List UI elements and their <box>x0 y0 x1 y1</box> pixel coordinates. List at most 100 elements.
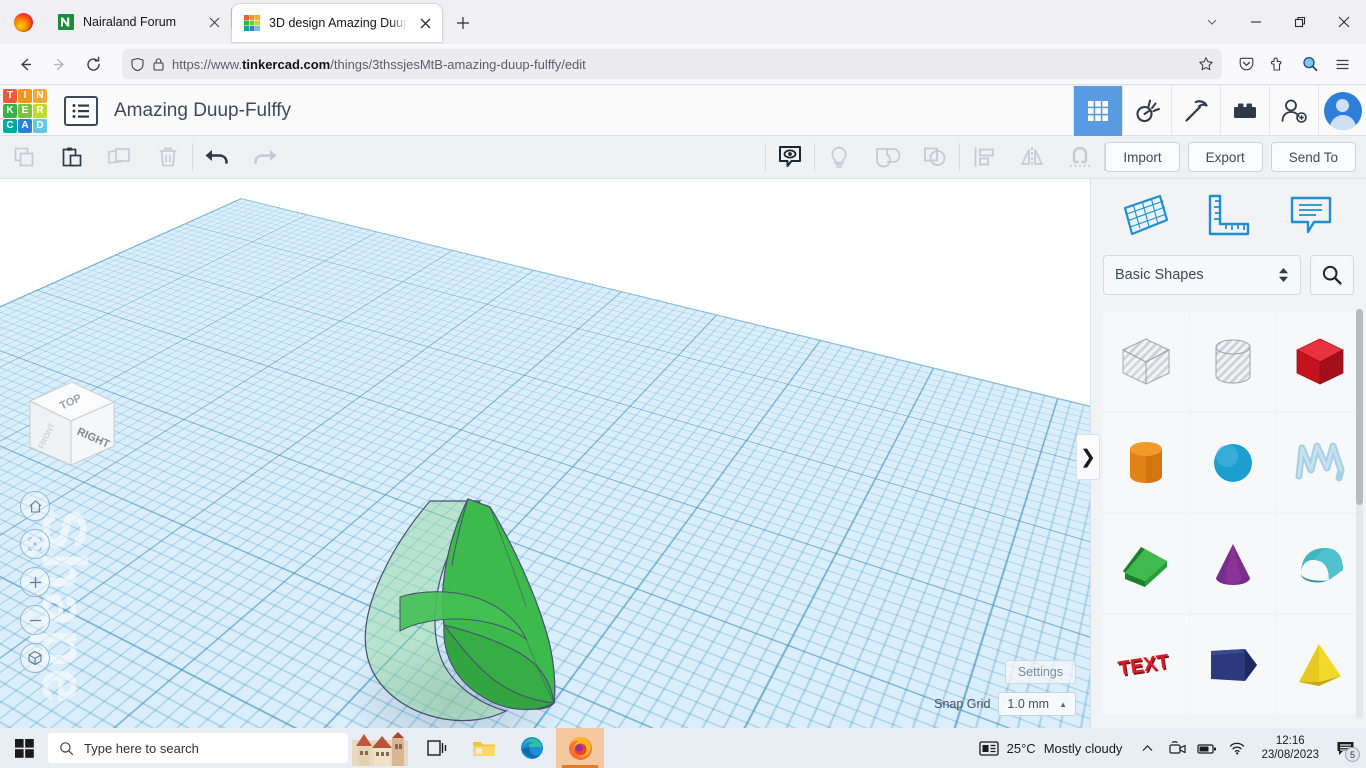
pocket-icon[interactable] <box>1230 48 1262 80</box>
nairaland-icon <box>58 14 74 30</box>
history-tool-group <box>193 136 289 179</box>
microsoft-edge-icon[interactable] <box>508 728 556 768</box>
codeblocks-icon[interactable] <box>1171 86 1220 136</box>
view-cube[interactable]: TOP RIGHT FRONT <box>16 375 121 475</box>
minimize-icon[interactable] <box>1234 2 1278 42</box>
snap-grid-value: 1.0 mm <box>1007 697 1049 711</box>
shape-sphere-blue[interactable] <box>1190 413 1276 512</box>
logo-tile-i: I <box>18 89 32 103</box>
logo-tile-e: E <box>18 104 32 118</box>
shield-icon[interactable] <box>130 57 145 72</box>
padlock-icon[interactable] <box>152 57 165 72</box>
shape-scribble[interactable] <box>1277 413 1363 512</box>
clock[interactable]: 12:16 23/08/2023 <box>1252 734 1328 763</box>
import-button[interactable]: Import <box>1105 142 1179 172</box>
file-explorer-icon[interactable] <box>460 728 508 768</box>
zoom-out-icon[interactable] <box>20 605 50 635</box>
circuits-icon[interactable] <box>1122 86 1171 136</box>
search-placeholder: Type here to search <box>84 741 199 756</box>
maximize-icon[interactable] <box>1278 2 1322 42</box>
ortho-perspective-icon[interactable] <box>20 643 50 673</box>
list-panel-icon[interactable] <box>64 96 98 126</box>
bricks-icon[interactable] <box>1220 86 1269 136</box>
close-icon[interactable] <box>205 13 223 31</box>
address-bar[interactable]: https://www.tinkercad.com/things/3thssje… <box>122 49 1222 79</box>
weather-condition: Mostly cloudy <box>1044 741 1123 756</box>
shape-box-red[interactable] <box>1277 312 1363 411</box>
snap-grid-select[interactable]: 1.0 mm ▲ <box>998 692 1076 716</box>
browser-tab-nairaland[interactable]: Nairaland Forum <box>46 4 231 40</box>
shape-cylinder-hole[interactable] <box>1190 312 1276 411</box>
3d-canvas[interactable]: TOP RIGHT FRONT Shape Settings Snap Grid <box>0 179 1090 728</box>
canvas-nav-controls <box>20 491 50 673</box>
snap-grid-row: Snap Grid 1.0 mm ▲ <box>934 692 1076 716</box>
scrollbar-thumb[interactable] <box>1356 309 1363 505</box>
show-hide-note-icon[interactable] <box>766 136 814 179</box>
extensions-icon[interactable] <box>1262 48 1294 80</box>
shape-polygon-navy[interactable] <box>1190 615 1276 714</box>
tinkercad-logo[interactable]: T I N K E R C A D <box>2 88 48 134</box>
zoom-search-icon[interactable] <box>1294 48 1326 80</box>
task-view-icon[interactable] <box>412 728 460 768</box>
settings-button[interactable]: Settings <box>1005 660 1076 684</box>
logo-tile-n: N <box>33 89 47 103</box>
windows-taskbar: Type here to search <box>0 728 1366 768</box>
note-icon[interactable] <box>1283 189 1339 241</box>
3d-designs-icon[interactable] <box>1073 86 1122 136</box>
tinkercad-toolbar: Import Export Send To <box>0 136 1366 179</box>
page-title[interactable]: Amazing Duup-Fulffy <box>114 100 291 122</box>
align-icon <box>960 136 1008 179</box>
tab-title: Nairaland Forum <box>83 15 196 29</box>
weather-widget[interactable]: 25°C Mostly cloudy <box>969 740 1133 757</box>
bing-illustration-icon[interactable] <box>348 728 412 768</box>
shape-halfcylinder-teal[interactable] <box>1277 514 1363 613</box>
invite-person-icon[interactable] <box>1269 86 1318 136</box>
fit-to-selection-icon[interactable] <box>20 529 50 559</box>
logo-tile-d: D <box>33 119 47 133</box>
close-icon[interactable] <box>1322 2 1366 42</box>
home-view-icon[interactable] <box>20 491 50 521</box>
shape-pyramid-yellow[interactable] <box>1277 615 1363 714</box>
show-hidden-icons-chevron[interactable] <box>1132 728 1162 768</box>
avatar[interactable] <box>1318 86 1366 136</box>
shape-cone-purple[interactable] <box>1190 514 1276 613</box>
design-object-shape[interactable] <box>340 479 600 728</box>
battery-icon[interactable] <box>1192 728 1222 768</box>
firefox-icon[interactable] <box>556 728 604 768</box>
tinkercad-header: T I N K E R C A D Amazing Duup-Fulffy <box>0 86 1366 136</box>
shapes-scrollbar[interactable] <box>1356 309 1363 719</box>
search-input[interactable]: Type here to search <box>48 733 348 763</box>
zoom-in-icon[interactable] <box>20 567 50 597</box>
ruler-icon[interactable] <box>1200 189 1256 241</box>
star-icon[interactable] <box>1198 56 1214 72</box>
camera-icon[interactable] <box>1162 728 1192 768</box>
shape-text-red[interactable]: TEXT TEXT <box>1103 615 1189 714</box>
windows-start-icon[interactable] <box>0 728 48 768</box>
paste-icon[interactable] <box>48 136 96 179</box>
chevron-down-icon[interactable] <box>1190 2 1234 42</box>
back-arrow-icon[interactable] <box>8 48 42 80</box>
browser-tab-tinkercad[interactable]: 3D design Amazing Duup-Fulffy <box>232 4 442 42</box>
hamburger-menu-icon[interactable] <box>1326 48 1358 80</box>
wifi-icon[interactable] <box>1222 728 1252 768</box>
new-tab-button[interactable] <box>448 8 478 38</box>
shape-cylinder-orange[interactable] <box>1103 413 1189 512</box>
notification-count: 5 <box>1345 747 1360 762</box>
redo-icon <box>241 136 289 179</box>
workplane-icon[interactable] <box>1118 189 1174 241</box>
send-to-button[interactable]: Send To <box>1271 142 1356 172</box>
close-icon[interactable] <box>416 14 434 32</box>
panel-toggle-button[interactable]: ❯ <box>1076 434 1100 480</box>
reload-icon[interactable] <box>76 48 110 80</box>
undo-icon[interactable] <box>193 136 241 179</box>
canvas-bottom-controls: Settings Snap Grid 1.0 mm ▲ <box>934 660 1076 716</box>
magnet-icon <box>1056 136 1104 179</box>
stepper-arrows-icon[interactable] <box>1278 267 1289 283</box>
notifications-icon[interactable]: 5 <box>1328 728 1362 768</box>
shape-box-hole[interactable] <box>1103 312 1189 411</box>
svg-text:TEXT: TEXT <box>1117 650 1171 680</box>
search-shapes-button[interactable] <box>1310 255 1354 295</box>
shape-category-select[interactable]: Basic Shapes <box>1103 255 1301 295</box>
shape-roof-green[interactable] <box>1103 514 1189 613</box>
export-button[interactable]: Export <box>1188 142 1263 172</box>
